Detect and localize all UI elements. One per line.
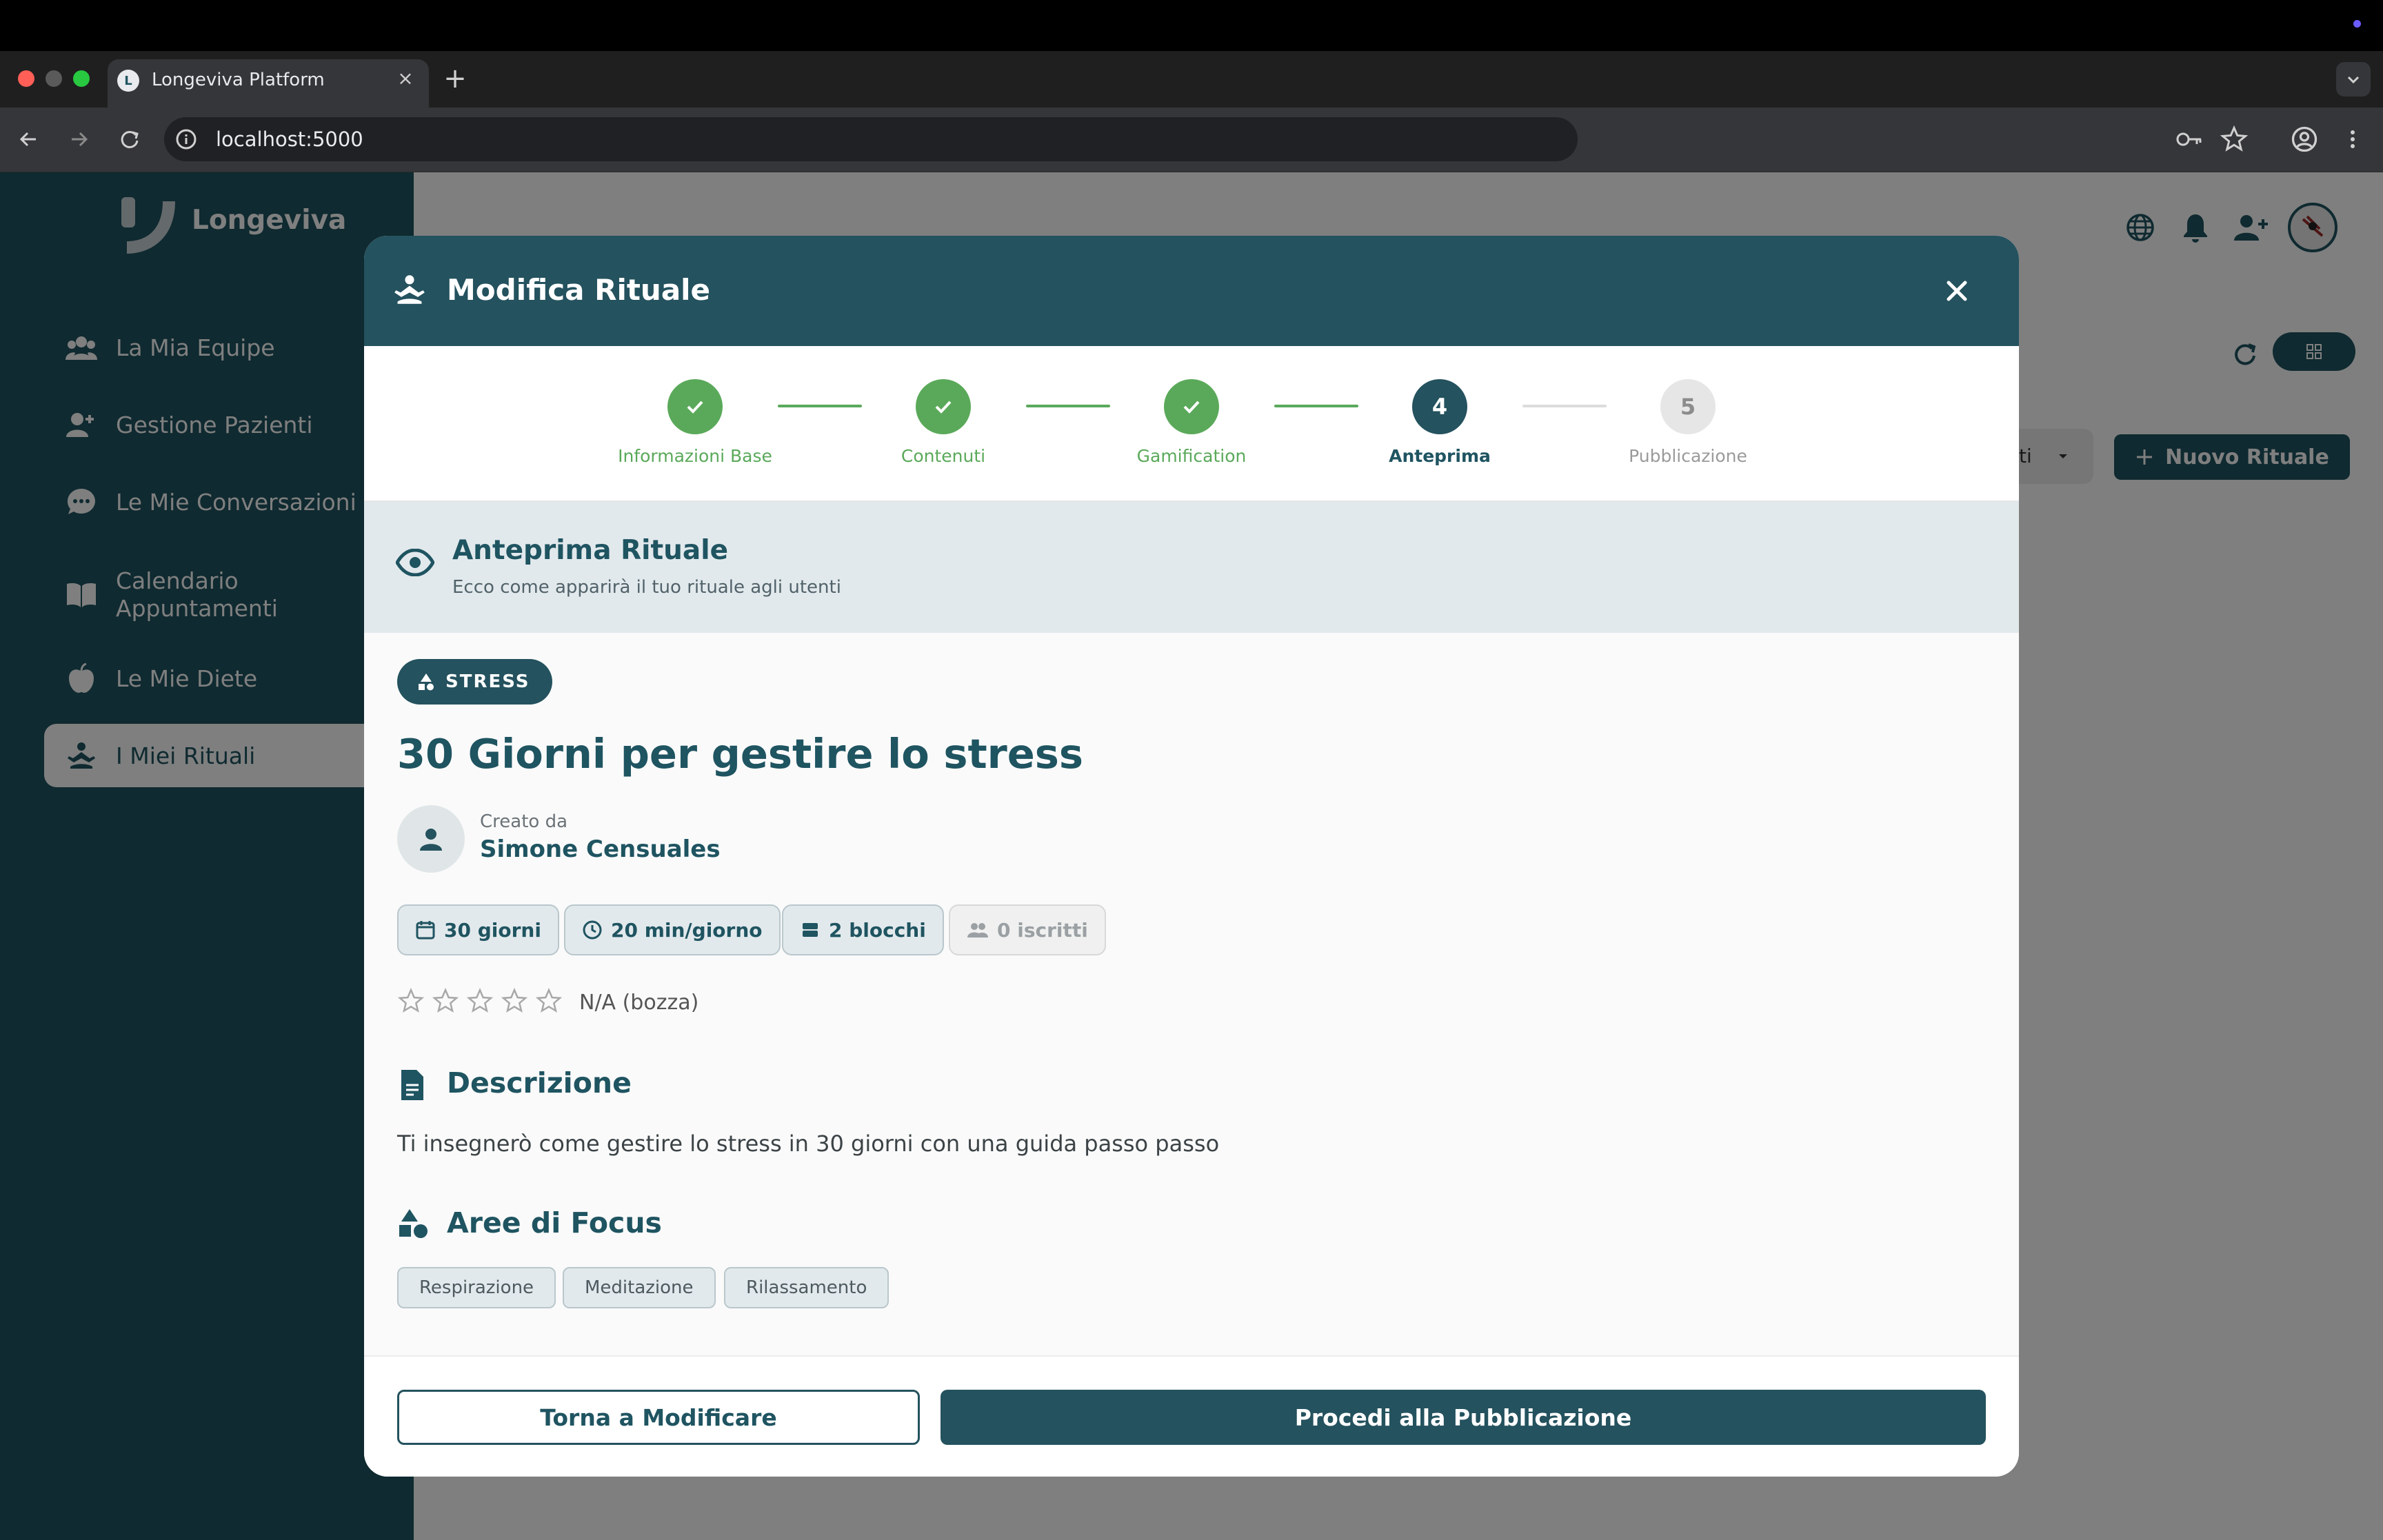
- favicon-icon: L: [117, 70, 139, 92]
- proceed-to-publish-button[interactable]: Procedi alla Pubblicazione: [941, 1390, 1986, 1445]
- document-icon: [399, 1068, 426, 1102]
- browser-menu-icon[interactable]: [2337, 124, 2368, 154]
- daily-time-chip: 20 min/giorno: [564, 904, 781, 955]
- rating-stars: [397, 987, 563, 1015]
- subscribers-chip: 0 iscritti: [949, 904, 1106, 955]
- menu-bar: [0, 0, 2383, 51]
- step-connector: [1026, 405, 1110, 407]
- window-minimize-button[interactable]: [46, 70, 62, 87]
- step-4-label: Anteprima: [1389, 446, 1491, 466]
- star-outline-icon: [501, 988, 528, 1013]
- shapes-icon: [419, 673, 434, 691]
- star-outline-icon: [535, 988, 563, 1013]
- step-connector: [778, 405, 862, 407]
- creator-name: Simone Censuales: [480, 835, 721, 863]
- back-icon[interactable]: [14, 124, 44, 154]
- step-2-check-icon[interactable]: [916, 379, 971, 434]
- new-tab-button[interactable]: +: [441, 65, 469, 92]
- forward-icon[interactable]: [63, 124, 94, 154]
- focus-area-chip: Meditazione: [563, 1267, 716, 1308]
- person-icon: [420, 829, 442, 851]
- step-4-indicator[interactable]: 4: [1412, 379, 1467, 434]
- people-icon: [967, 923, 988, 938]
- step-connector: [1522, 405, 1607, 407]
- status-dot: [2353, 20, 2361, 28]
- step-3-label: Gamification: [1136, 446, 1247, 466]
- address-bar[interactable]: [164, 117, 1578, 161]
- duration-chip: 30 giorni: [397, 904, 559, 955]
- step-1-label: Informazioni Base: [618, 446, 772, 466]
- chevron-down-icon: [2347, 76, 2360, 84]
- calendar-icon: [416, 921, 435, 940]
- reload-icon[interactable]: [114, 124, 145, 154]
- blocks-value: 2 blocchi: [829, 918, 926, 942]
- tab-close-icon[interactable]: ×: [394, 68, 416, 90]
- back-to-edit-button[interactable]: Torna a Modificare: [397, 1390, 920, 1445]
- category-label: STRESS: [445, 671, 530, 692]
- step-5-indicator[interactable]: 5: [1660, 379, 1716, 434]
- ritual-title: 30 Giorni per gestire lo stress: [397, 730, 1083, 778]
- password-key-icon[interactable]: [2175, 125, 2204, 153]
- tab-title: Longeviva Platform: [152, 70, 325, 90]
- rating-text: N/A (bozza): [579, 991, 699, 1015]
- creator-avatar: [397, 805, 465, 873]
- subscribers-value: 0 iscritti: [997, 918, 1088, 942]
- star-outline-icon: [466, 988, 494, 1013]
- step-1-check-icon[interactable]: [667, 379, 723, 434]
- site-info-icon[interactable]: [174, 127, 199, 152]
- edit-ritual-modal: Modifica Rituale Informazioni Base Conte…: [364, 236, 2019, 1477]
- category-badge: STRESS: [397, 659, 552, 705]
- star-outline-icon: [397, 988, 425, 1013]
- star-outline-icon: [432, 988, 459, 1013]
- step-3-check-icon[interactable]: [1164, 379, 1219, 434]
- meditation-icon: [393, 274, 426, 305]
- daily-time-value: 20 min/giorno: [611, 918, 763, 942]
- eye-icon: [396, 549, 434, 576]
- blocks-chip: 2 blocchi: [782, 904, 944, 955]
- description-heading: Descrizione: [447, 1066, 632, 1100]
- stacked-blocks-icon: [803, 923, 818, 937]
- profile-icon[interactable]: [2289, 124, 2320, 154]
- step-connector: [1274, 405, 1358, 407]
- close-icon[interactable]: [1939, 273, 1975, 309]
- window-zoom-button[interactable]: [73, 70, 90, 87]
- focus-area-chip: Rilassamento: [724, 1267, 889, 1308]
- step-5-label: Pubblicazione: [1629, 446, 1747, 466]
- focus-area-chip: Respirazione: [397, 1267, 556, 1308]
- window-close-button[interactable]: [18, 70, 34, 87]
- focus-heading: Aree di Focus: [447, 1206, 662, 1239]
- preview-subtitle: Ecco come apparirà il tuo rituale agli u…: [452, 577, 841, 598]
- url-text[interactable]: localhost:5000: [216, 124, 363, 154]
- modal-title: Modifica Rituale: [447, 273, 711, 307]
- shapes-icon: [397, 1208, 429, 1239]
- step-2-label: Contenuti: [901, 446, 986, 466]
- clock-icon: [583, 920, 602, 940]
- description-text: Ti insegnerò come gestire lo stress in 3…: [397, 1131, 1220, 1157]
- tab-search-button[interactable]: [2336, 62, 2371, 97]
- creator-label: Creato da: [480, 811, 568, 832]
- bookmark-star-icon[interactable]: [2219, 124, 2249, 154]
- preview-title: Anteprima Rituale: [452, 535, 729, 566]
- duration-value: 30 giorni: [444, 918, 541, 942]
